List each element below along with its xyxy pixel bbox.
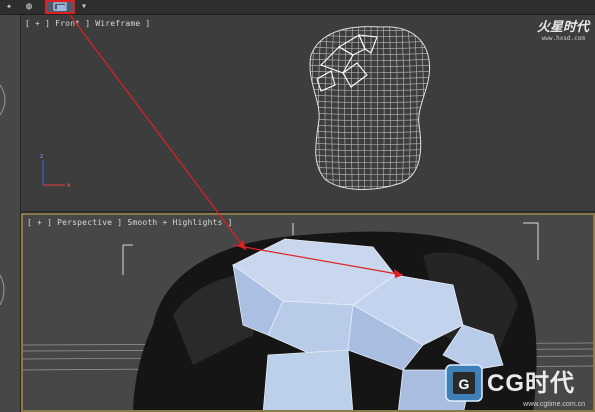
dropdown-arrow-icon[interactable]: ▾ [77,0,91,13]
brand-url-bottom: www.cgtime.com.cn [523,401,585,408]
perspective-viewport[interactable]: [ + ] Perspective ] Smooth + Highlights … [21,213,595,412]
viewport-layout-icon [53,2,67,11]
wireframe-mesh[interactable]: z x [21,15,595,211]
main-toolbar: ✦ ◍ ▾ [0,0,595,15]
snap-icon[interactable]: ✦ [2,0,16,13]
side-viewport-edge [0,15,21,412]
svg-text:G: G [459,376,470,392]
brand-logo-bottom: CG时代 [487,370,575,397]
axis-gizmo: z x [40,153,71,189]
svg-text:z: z [40,153,43,160]
viewport-layout-button[interactable] [45,0,75,14]
svg-text:x: x [67,182,71,189]
front-viewport[interactable]: [ + ] Front ] Wireframe ] 火星时代 www.hxsd.… [21,15,595,213]
perspective-viewport-label[interactable]: [ + ] Perspective ] Smooth + Highlights … [27,218,233,227]
render-icon[interactable]: ◍ [22,0,36,13]
cg-logo-icon: G [445,364,483,402]
